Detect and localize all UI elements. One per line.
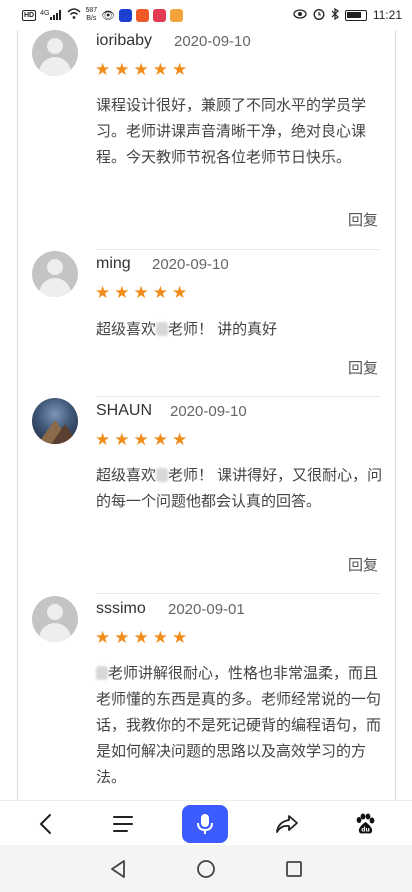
battery-icon	[344, 9, 367, 21]
redacted-name	[156, 322, 169, 336]
app-notification-icon	[136, 8, 150, 22]
star-rating: ★★★★★	[95, 430, 192, 449]
review-username: sssimo	[96, 600, 146, 617]
star-rating: ★★★★★	[95, 628, 192, 647]
right-border-line	[395, 30, 396, 800]
eye-off-app-icon: 👁	[101, 9, 116, 22]
back-triangle-icon	[111, 860, 125, 878]
review-text: 老师讲解很耐心，性格也非常温柔，而且老师懂的东西是真的多。老师经常说的一句话，我…	[96, 665, 382, 786]
default-user-icon	[47, 604, 63, 620]
review-username: SHAUN	[96, 402, 153, 419]
reply-button[interactable]: 回复	[348, 554, 378, 575]
app-notification-icon	[153, 8, 167, 22]
review-username: ming	[96, 255, 131, 272]
share-button[interactable]	[264, 805, 310, 843]
default-user-icon	[47, 259, 63, 275]
clock: 11:21	[372, 8, 402, 22]
menu-button[interactable]	[100, 805, 146, 843]
star-rating: ★★★★★	[95, 283, 192, 302]
network-speed: 587 B/s	[85, 7, 98, 22]
reply-button[interactable]: 回复	[348, 357, 378, 378]
left-border-line	[17, 30, 18, 800]
system-recents-button[interactable]	[280, 855, 308, 883]
redacted-name	[96, 666, 108, 680]
review-username: ioribaby	[96, 32, 153, 49]
svg-text:du: du	[361, 827, 370, 834]
bluetooth-icon	[331, 7, 339, 23]
system-back-button[interactable]	[104, 855, 132, 883]
alarm-icon	[313, 8, 325, 23]
home-circle-icon	[197, 860, 215, 878]
voice-search-button[interactable]	[182, 805, 228, 843]
review-date: 2020-09-10	[174, 33, 251, 50]
divider	[96, 396, 380, 397]
menu-icon	[113, 816, 133, 832]
bottom-toolbar: du	[0, 800, 412, 845]
review-text: 超级喜欢 老师！ 课讲得好，又很耐心，问的每一个问题他都会认真的回答。	[96, 467, 383, 510]
microphone-icon	[197, 814, 213, 834]
avatar[interactable]	[32, 596, 78, 642]
review-text: 课程设计很好，兼顾了不同水平的学员学习。老师讲课声音清晰干净，绝对良心课程。今天…	[96, 97, 367, 166]
eye-icon	[293, 8, 307, 22]
baidu-paw-icon: du	[356, 813, 375, 834]
default-user-icon	[47, 38, 63, 54]
review-date: 2020-09-10	[170, 403, 247, 420]
review-date: 2020-09-10	[152, 256, 229, 273]
hd-badge: HD	[22, 9, 37, 21]
system-home-button[interactable]	[192, 855, 220, 883]
divider	[96, 249, 380, 250]
status-bar: HD 4G 587 B/s 👁 11:21	[0, 0, 412, 30]
star-rating: ★★★★★	[95, 60, 192, 79]
recents-square-icon	[286, 861, 302, 877]
avatar[interactable]	[32, 30, 78, 76]
app-notification-icon	[119, 8, 133, 22]
review-date: 2020-09-01	[168, 601, 245, 618]
wifi-icon	[67, 8, 81, 22]
share-icon	[276, 815, 298, 833]
review-list[interactable]: ioribaby 2020-09-10 ★★★★★ 课程设计很好，兼顾了不同水平…	[0, 30, 412, 800]
app-notification-icon	[170, 8, 184, 22]
baidu-button[interactable]: du	[342, 805, 388, 843]
back-button[interactable]	[22, 805, 68, 843]
redacted-name	[156, 468, 169, 482]
network-type-label: 4G	[40, 10, 50, 17]
back-icon	[40, 814, 51, 834]
review-text: 超级喜欢 老师！ 讲的真好	[96, 321, 278, 338]
avatar[interactable]	[32, 398, 78, 444]
avatar[interactable]	[32, 251, 78, 297]
reply-button[interactable]: 回复	[348, 209, 378, 230]
cell-signal-icon: 4G	[40, 10, 63, 20]
divider	[96, 593, 380, 594]
system-navigation-bar	[0, 845, 412, 892]
